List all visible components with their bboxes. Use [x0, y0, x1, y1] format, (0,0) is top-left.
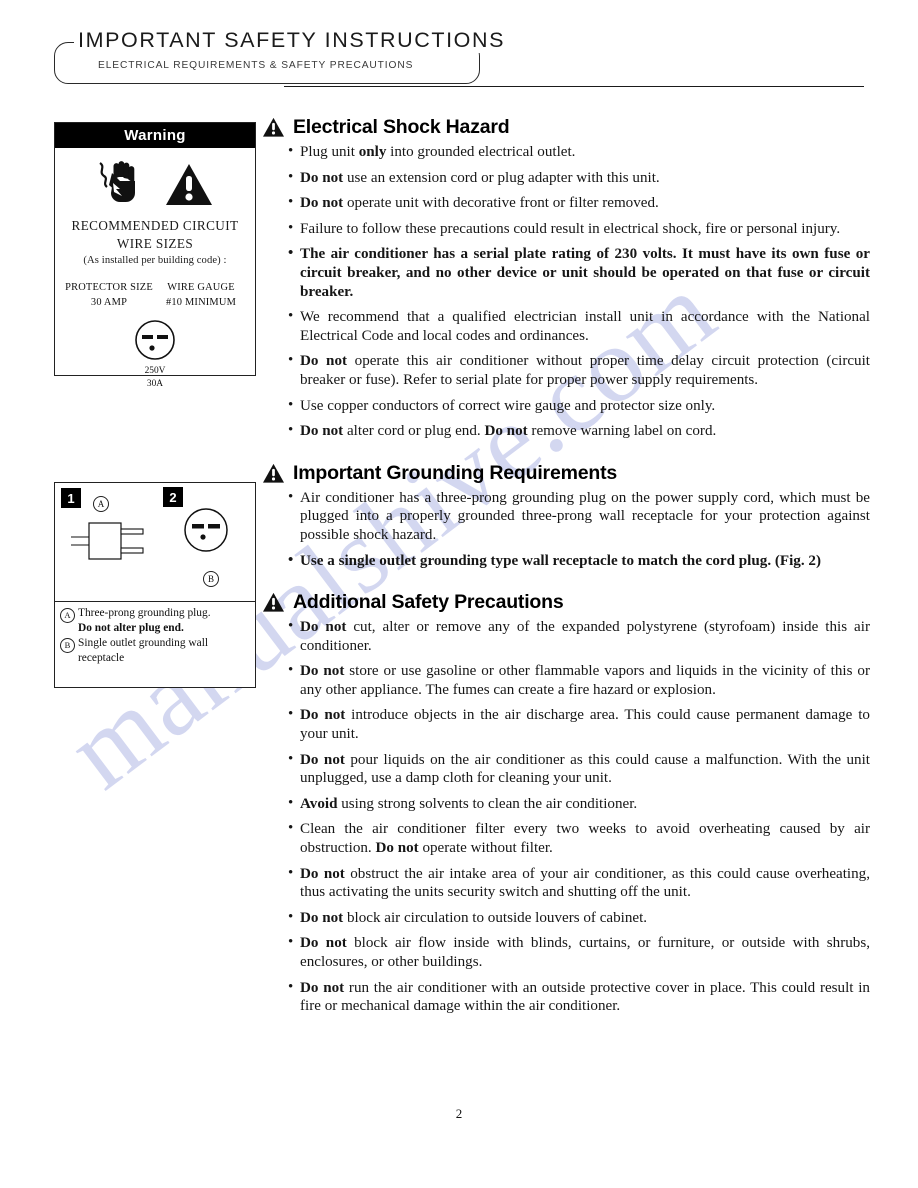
bullet-item: Plug unit only into grounded electrical …	[288, 142, 870, 162]
warning-icon-row	[55, 148, 255, 216]
protector-size-column: PROTECTOR SIZE 30 AMP	[63, 280, 155, 310]
warning-triangle-icon	[263, 593, 284, 612]
callout-b-marker: B	[203, 571, 219, 587]
bullet-item: Clean the air conditioner filter every t…	[288, 819, 870, 857]
warning-box-title: Warning	[55, 123, 255, 148]
warning-line-1: RECOMMENDED CIRCUIT	[71, 218, 239, 233]
bullet-item: Do not pour liquids on the air condition…	[288, 750, 870, 788]
bullet-item: Do not run the air conditioner with an o…	[288, 978, 870, 1016]
figure-diagram-area: 1 2 A B	[55, 483, 255, 602]
warning-triangle-icon	[166, 164, 212, 205]
bullet-item: Do not obstruct the air intake area of y…	[288, 864, 870, 902]
page-title: IMPORTANT SAFETY INSTRUCTIONS	[74, 28, 510, 53]
wall-receptacle-icon	[184, 508, 228, 552]
figure-box: 1 2 A B A Three-prong grounding plug. Do…	[54, 482, 256, 688]
bullet-item: Use copper conductors of correct wire ga…	[288, 396, 870, 416]
bullet-item: Do not store or use gasoline or other fl…	[288, 661, 870, 699]
document-page: manualshive.com IMPORTANT SAFETY INSTRUC…	[0, 0, 918, 1188]
wire-size-table: PROTECTOR SIZE 30 AMP WIRE GAUGE #10 MIN…	[55, 280, 255, 310]
warning-triangle-icon	[263, 117, 284, 137]
bullet-item: Air conditioner has a three-prong ground…	[288, 488, 870, 545]
wire-gauge-header: WIRE GAUGE	[167, 282, 235, 293]
bullet-list: Do not cut, alter or remove any of the e…	[262, 617, 870, 1016]
protector-size-header: PROTECTOR SIZE	[65, 282, 153, 293]
bullet-item: We recommend that a qualified electricia…	[288, 307, 870, 345]
figure-2-number: 2	[163, 487, 183, 507]
page-subtitle: ELECTRICAL REQUIREMENTS & SAFETY PRECAUT…	[98, 60, 414, 71]
protector-size-value: 30 AMP	[90, 297, 128, 308]
caption-a-bold-text: Do not alter plug end.	[78, 621, 184, 634]
bullet-item: Avoid using strong solvents to clean the…	[288, 794, 870, 814]
section-heading: Electrical Shock Hazard	[262, 116, 870, 139]
outlet-diagram: 250V 30A	[55, 318, 255, 390]
wire-gauge-column: WIRE GAUGE #10 MINIMUM	[155, 280, 247, 310]
page-number: 2	[455, 1106, 463, 1121]
section-heading-text: Additional Safety Precautions	[293, 591, 564, 614]
bullet-list: Air conditioner has a three-prong ground…	[262, 488, 870, 571]
figure-caption: A Three-prong grounding plug. Do not alt…	[55, 602, 255, 665]
caption-b-text: Single outlet grounding wall receptacle	[78, 637, 209, 664]
warning-box-text: RECOMMENDED CIRCUIT WIRE SIZES (As insta…	[55, 218, 255, 266]
page-header: IMPORTANT SAFETY INSTRUCTIONS ELECTRICAL…	[54, 28, 864, 87]
wire-gauge-value: #10 MINIMUM	[165, 297, 237, 308]
bullet-list: Plug unit only into grounded electrical …	[262, 142, 870, 441]
warning-line-3: (As installed per building code) :	[83, 255, 227, 266]
bullet-item: Do not alter cord or plug end. Do not re…	[288, 421, 870, 441]
bullet-item: The air conditioner has a serial plate r…	[288, 244, 870, 301]
bullet-item: Do not use an extension cord or plug ada…	[288, 168, 870, 188]
electric-shock-hand-icon	[99, 161, 135, 202]
bullet-item: Do not introduce objects in the air disc…	[288, 705, 870, 743]
bullet-item: Do not operate this air conditioner with…	[288, 351, 870, 389]
bullet-item: Do not block air circulation to outside …	[288, 908, 870, 928]
bullet-item: Failure to follow these precautions coul…	[288, 219, 870, 239]
three-prong-plug-icon	[71, 522, 144, 560]
caption-a-body: Three-prong grounding plug. Do not alter…	[78, 606, 250, 635]
bullet-item: Do not operate unit with decorative fron…	[288, 193, 870, 213]
figure-1-number: 1	[61, 488, 81, 508]
bullet-item: Do not block air flow inside with blinds…	[288, 933, 870, 971]
warning-triangle-icon	[263, 463, 284, 483]
warning-line-2: WIRE SIZES	[116, 236, 194, 251]
section-heading: Additional Safety Precautions	[262, 591, 870, 614]
callout-a-marker: A	[93, 496, 109, 512]
bullet-item: Use a single outlet grounding type wall …	[288, 551, 870, 571]
outlet-amperage-label: 30A	[146, 379, 164, 389]
outlet-receptacle-icon	[135, 320, 175, 360]
caption-a-text: Three-prong grounding plug.	[78, 607, 211, 619]
warning-box: Warning RECOMMENDED CIRCUIT WIRE SIZES (…	[54, 122, 256, 389]
caption-a-marker: A	[60, 608, 75, 623]
outlet-voltage-label: 250V	[144, 366, 166, 376]
section-heading: Important Grounding Requirements	[262, 462, 870, 485]
safety-content: Electrical Shock Hazard Plug unit only in…	[262, 116, 870, 1023]
section-heading-text: Important Grounding Requirements	[293, 461, 618, 484]
caption-row-a: A Three-prong grounding plug. Do not alt…	[60, 606, 250, 635]
section-heading-text: Electrical Shock Hazard	[293, 116, 510, 138]
caption-b-marker: B	[60, 638, 75, 654]
caption-row-b: B Single outlet grounding wall receptacl…	[60, 636, 250, 665]
header-rule	[284, 86, 864, 87]
bullet-item: Do not cut, alter or remove any of the e…	[288, 617, 870, 655]
